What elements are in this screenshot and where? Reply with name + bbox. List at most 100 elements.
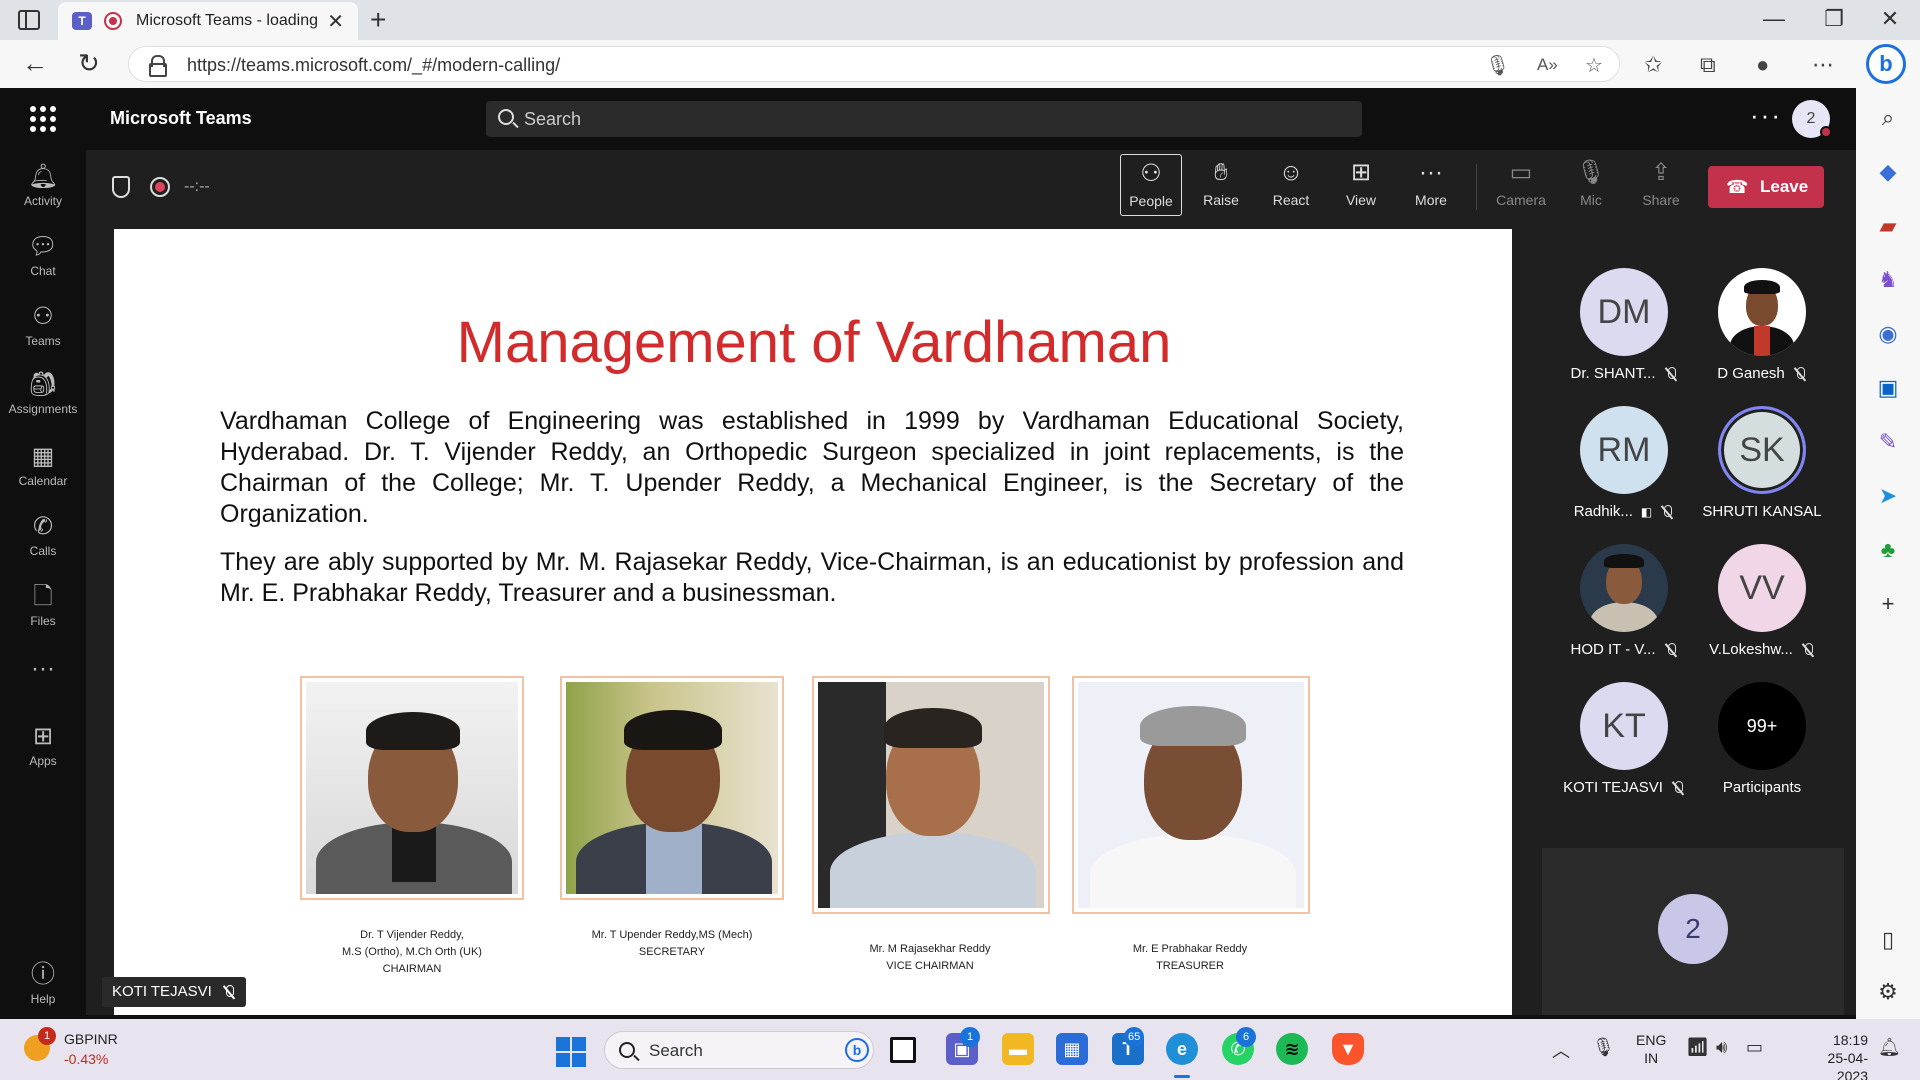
participant-tile[interactable]: DM Dr. SHANT...: [1554, 268, 1694, 382]
active-indicator: [1174, 1075, 1190, 1078]
meeting-timer: --:--: [184, 178, 210, 195]
treasurer-caption: Mr. E Prabhakar Reddy TREASURER: [1132, 943, 1248, 972]
task-view-icon[interactable]: [890, 1037, 916, 1063]
search-icon: [619, 1042, 635, 1058]
teams-search-input[interactable]: Search: [486, 101, 1362, 137]
refresh-icon[interactable]: ↻: [78, 48, 100, 79]
participant-tile[interactable]: VV V.Lokeshw...: [1692, 544, 1832, 658]
bing-chat-icon[interactable]: b: [1866, 44, 1906, 84]
participant-tile[interactable]: RM Radhik... ◧: [1554, 406, 1694, 520]
shopping-icon[interactable]: ◆: [1874, 158, 1902, 186]
rail-item-activity[interactable]: 🔔︎ Activity: [0, 162, 86, 208]
voice-search-icon[interactable]: 🎙: [1485, 53, 1510, 78]
wifi-icon[interactable]: 📶︎: [1686, 1037, 1709, 1058]
chairman-caption: Dr. T Vijender Reddy, M.S (Ortho), M.Ch …: [342, 929, 482, 975]
lock-icon[interactable]: [149, 55, 167, 77]
sidebar-layout-icon[interactable]: ▯: [1874, 926, 1902, 954]
rail-item-files[interactable]: 🗋 Files: [0, 582, 86, 628]
participant-tile[interactable]: D Ganesh: [1692, 268, 1832, 382]
treasurer-photo: [1072, 676, 1310, 914]
volume-icon[interactable]: 🔊︎: [1716, 1037, 1727, 1058]
recording-icon[interactable]: [150, 177, 170, 197]
share-icon: ⇪: [1650, 159, 1672, 186]
send-icon[interactable]: ➤: [1874, 482, 1902, 510]
spotify-icon[interactable]: ≋: [1276, 1033, 1308, 1065]
participant-tile[interactable]: KT KOTI TEJASVI: [1554, 682, 1694, 796]
favorites-icon[interactable]: ✩: [1644, 52, 1662, 78]
clock[interactable]: 18:19 25-04-2023: [1808, 1031, 1868, 1080]
mic-button[interactable]: 🎙︎ Mic: [1560, 154, 1622, 216]
participants-overflow-button[interactable]: 99+ Participants: [1692, 682, 1832, 796]
file-explorer-icon[interactable]: ▬: [1002, 1033, 1034, 1065]
designer-icon[interactable]: ✎: [1874, 428, 1902, 456]
read-aloud-icon[interactable]: A»: [1537, 55, 1558, 75]
tree-icon[interactable]: ♣: [1874, 536, 1902, 564]
new-tab-button[interactable]: +: [370, 4, 386, 36]
tools-icon[interactable]: ▰: [1874, 212, 1902, 240]
chairman-photo: [300, 676, 524, 900]
more-icon: ···: [1419, 159, 1443, 186]
store-icon[interactable]: ▦: [1056, 1033, 1088, 1065]
rail-item-chat[interactable]: 💬︎ Chat: [0, 232, 86, 278]
rail-item-calendar[interactable]: ▦ Calendar: [0, 442, 86, 488]
people-button[interactable]: ⚇ People: [1120, 154, 1182, 216]
meeting-control-bar: --:-- ⚇ People ✋︎ Raise ☺ React ⊞ View ·…: [86, 150, 1856, 226]
collections-icon[interactable]: ⧉: [1700, 52, 1716, 78]
participant-tile[interactable]: HOD IT - V...: [1554, 544, 1694, 658]
rail-item-teams[interactable]: ⚇ Teams: [0, 302, 86, 348]
stock-change[interactable]: -0.43%: [64, 1051, 108, 1067]
rail-item-calls[interactable]: ✆ Calls: [0, 512, 86, 558]
windows-taskbar: 1 GBPINR -0.43% Search b ▣ 1 ▬ ▦ T 65 e …: [0, 1019, 1920, 1080]
customize-gear-icon[interactable]: ⚙: [1874, 978, 1902, 1006]
view-button[interactable]: ⊞ View: [1330, 154, 1392, 216]
edge-icon[interactable]: e: [1166, 1033, 1198, 1065]
show-hidden-icons[interactable]: ︿: [1552, 1037, 1570, 1063]
rail-item-apps[interactable]: ⊞ Apps: [0, 722, 86, 768]
grid-icon: ⊞: [1350, 159, 1372, 186]
share-button[interactable]: ⇪ Share: [1630, 154, 1692, 216]
battery-icon[interactable]: ▭: [1746, 1037, 1763, 1058]
rail-more-apps[interactable]: ···: [0, 654, 86, 684]
mic-off-icon: [1801, 643, 1815, 657]
settings-more-icon[interactable]: ⋯: [1812, 52, 1834, 78]
close-window-button[interactable]: ✕: [1870, 6, 1910, 32]
search-icon[interactable]: ⌕: [1874, 104, 1902, 132]
profile-icon[interactable]: ●: [1756, 52, 1769, 78]
tab-actions-icon[interactable]: [18, 10, 40, 30]
back-icon[interactable]: ←: [22, 48, 48, 79]
games-icon[interactable]: ♞: [1874, 266, 1902, 294]
minimize-button[interactable]: —: [1754, 6, 1794, 32]
rail-item-help[interactable]: ⓘ Help: [0, 960, 86, 1006]
camera-button[interactable]: ▭ Camera: [1490, 154, 1552, 216]
leave-button[interactable]: ☎ Leave: [1708, 166, 1824, 208]
tab-title: Microsoft Teams - loading: [136, 12, 318, 29]
taskbar-search[interactable]: Search b: [604, 1031, 874, 1069]
app-launcher-icon[interactable]: [30, 106, 56, 132]
phone-icon: ✆: [32, 513, 54, 540]
language-indicator[interactable]: ENG IN: [1636, 1031, 1666, 1067]
outlook-icon[interactable]: ▣: [1874, 374, 1902, 402]
stock-name[interactable]: GBPINR: [64, 1031, 118, 1047]
start-icon[interactable]: [556, 1037, 586, 1067]
add-icon[interactable]: +: [1874, 590, 1902, 618]
maximize-button[interactable]: ❐: [1814, 6, 1854, 32]
url-text[interactable]: https://teams.microsoft.com/_#/modern-ca…: [187, 55, 560, 76]
more-button[interactable]: ··· More: [1400, 154, 1462, 216]
browser-tab[interactable]: T Microsoft Teams - loading ✕: [58, 2, 358, 40]
vice-chairman-photo: [812, 676, 1050, 914]
teams-app-rail: 🔔︎ Activity 💬︎ Chat ⚇ Teams 🎒︎ Assignmen…: [0, 150, 86, 1019]
rail-item-assignments[interactable]: 🎒︎ Assignments: [0, 370, 86, 416]
brave-icon[interactable]: ▼: [1332, 1033, 1364, 1065]
mic-off-icon: [1671, 781, 1685, 795]
office-icon[interactable]: ◉: [1874, 320, 1902, 348]
shield-icon[interactable]: [112, 176, 130, 198]
close-tab-icon[interactable]: ✕: [327, 9, 344, 34]
address-bar[interactable]: https://teams.microsoft.com/_#/modern-ca…: [128, 46, 1620, 82]
mic-tray-icon[interactable]: 🎙︎: [1592, 1037, 1615, 1058]
add-favorite-icon[interactable]: ☆: [1585, 53, 1603, 78]
raise-hand-button[interactable]: ✋︎ Raise: [1190, 154, 1252, 216]
more-options-icon[interactable]: ···: [1750, 100, 1782, 131]
react-button[interactable]: ☺ React: [1260, 154, 1322, 216]
notifications-icon[interactable]: 🔔︎: [1878, 1037, 1901, 1058]
participant-tile[interactable]: SK SHRUTI KANSAL: [1692, 406, 1832, 520]
